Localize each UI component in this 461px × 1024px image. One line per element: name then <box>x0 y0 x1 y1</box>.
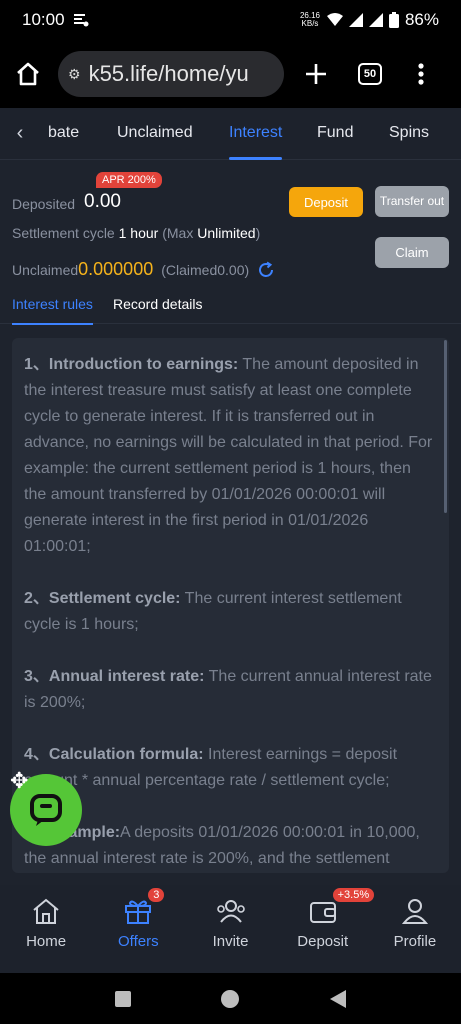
battery-level: 86% <box>404 10 439 29</box>
home-circle-icon[interactable] <box>220 989 240 1009</box>
status-time: 10:00 <box>22 10 65 29</box>
offers-badge: 3 <box>148 888 165 902</box>
rule-title: 1、Introduction to earnings: <box>24 356 239 373</box>
tab-unclaimed[interactable]: Unclaimed <box>117 108 193 160</box>
nav-label: Profile <box>393 933 437 950</box>
signal-icon-2 <box>368 13 383 27</box>
refresh-icon[interactable] <box>257 261 275 279</box>
home-icon <box>33 898 59 924</box>
wallet-icon <box>309 902 336 923</box>
nav-home[interactable]: Home <box>0 885 92 973</box>
tab-count: 50 <box>358 63 382 85</box>
interest-panel: APR 200% Deposited 0.00 Settlement cycle… <box>0 160 461 885</box>
system-navigation <box>0 973 461 1024</box>
menu-icon[interactable] <box>418 63 424 85</box>
rules-tabs: Interest rules Record details <box>0 288 461 325</box>
settlement-cycle: Settlement cycle 1 hour (Max Unlimited) <box>12 225 260 241</box>
rule-title: 3、Annual interest rate: <box>24 668 205 685</box>
deposited-value: 0.00 <box>84 191 121 212</box>
tab-rebate[interactable]: bate <box>48 108 79 160</box>
tab-switcher-button[interactable]: 50 <box>358 63 382 85</box>
max-label: (Max <box>162 225 194 241</box>
rule-item: 3、Annual interest rate: The current annu… <box>24 664 437 716</box>
net-speed: 26.16 KB/s <box>299 11 320 28</box>
chat-icon <box>30 794 62 826</box>
rule-title: 2、Settlement cycle: <box>24 590 181 607</box>
url-bar[interactable]: ⚙ k55.life/home/yu <box>58 51 284 97</box>
home-icon[interactable] <box>14 60 42 88</box>
rule-item: 2、Settlement cycle: The current interest… <box>24 586 437 638</box>
back-triangle-icon[interactable] <box>329 989 347 1009</box>
nav-invite[interactable]: Invite <box>184 885 276 973</box>
wifi-icon <box>326 13 343 26</box>
recents-icon[interactable] <box>114 990 132 1008</box>
nav-label: Deposit <box>297 933 349 950</box>
nav-profile[interactable]: Profile <box>369 885 461 973</box>
cycle-value: 1 hour <box>118 225 159 241</box>
rule-item: 4、Calculation formula: Interest earnings… <box>24 742 437 794</box>
max-value: Unlimited <box>197 225 256 241</box>
deposit-button[interactable]: Deposit <box>289 187 363 217</box>
url-text: k55.life/home/yu <box>88 61 249 86</box>
new-tab-icon[interactable] <box>304 62 328 86</box>
nav-deposit[interactable]: +3.5% Deposit <box>277 885 375 973</box>
category-tabs: ‹ bate Unclaimed Interest Fund Spins <box>0 108 461 160</box>
claimed-text: (Claimed0.00) <box>161 262 250 278</box>
rule-item: 1、Introduction to earnings: The amount d… <box>24 352 437 560</box>
rule-title: 4、Calculation formula: <box>24 746 204 763</box>
unclaimed-row: Unclaimed 0.000000 (Claimed0.00) <box>12 259 275 280</box>
site-settings-icon[interactable]: ⚙ <box>68 66 81 83</box>
tab-record-details[interactable]: Record details <box>113 296 203 312</box>
rule-item: 5、Example:A deposits 01/01/2026 00:00:01… <box>24 820 437 873</box>
tab-interest-rules[interactable]: Interest rules <box>12 296 93 325</box>
invite-icon <box>216 900 245 923</box>
notification-icon <box>73 14 89 27</box>
bottom-navigation: Home 3 Offers Invite +3.5% Deposit Profi… <box>0 885 461 973</box>
tab-spins[interactable]: Spins <box>389 108 429 160</box>
user-icon <box>401 899 428 924</box>
max-label-close: ) <box>255 225 261 241</box>
nav-offers[interactable]: 3 Offers <box>92 885 184 973</box>
unclaimed-value: 0.000000 <box>78 259 154 279</box>
nav-label: Home <box>26 933 67 950</box>
nav-label: Invite <box>212 933 249 950</box>
deposited-label: Deposited <box>12 196 76 212</box>
nav-label: Offers <box>118 933 159 950</box>
apr-badge: APR 200% <box>96 172 162 188</box>
tab-fund[interactable]: Fund <box>317 108 353 160</box>
battery-icon <box>388 12 399 28</box>
claim-button[interactable]: Claim <box>375 237 449 268</box>
signal-icon <box>348 13 363 27</box>
transfer-out-button[interactable]: Transfer out <box>375 186 449 217</box>
gift-icon <box>125 900 152 924</box>
cycle-label: Settlement cycle <box>12 225 115 241</box>
drag-handle-icon[interactable]: ✥ <box>10 768 28 794</box>
status-bar: 10:00 26.16 KB/s 86% <box>0 0 461 40</box>
chevron-left-icon[interactable]: ‹ <box>0 122 40 145</box>
tab-interest[interactable]: Interest <box>229 108 283 160</box>
unclaimed-label: Unclaimed <box>12 262 79 278</box>
scrollbar[interactable] <box>444 340 447 513</box>
browser-toolbar: ⚙ k55.life/home/yu 50 <box>0 40 461 108</box>
rule-text: The amount deposited in the interest tre… <box>24 356 433 555</box>
